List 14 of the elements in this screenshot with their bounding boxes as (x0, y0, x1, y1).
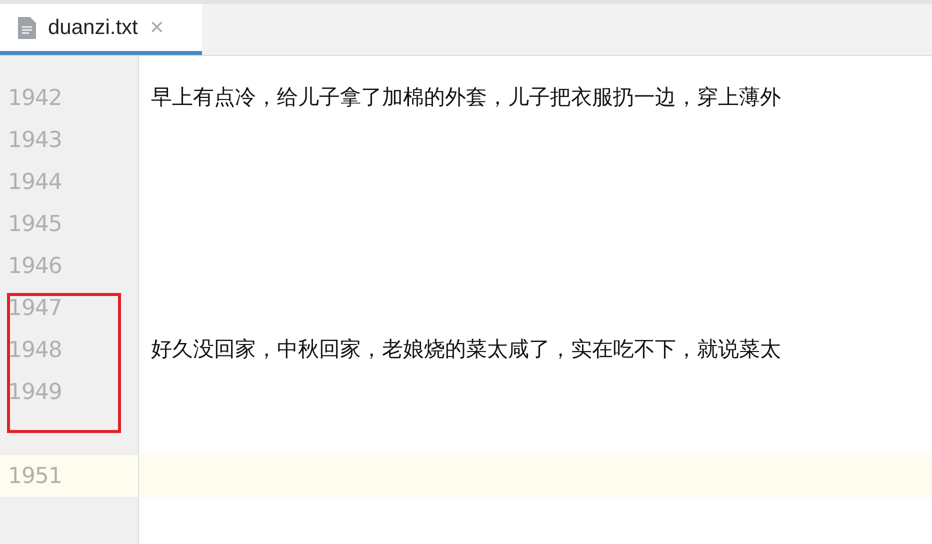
text-line: 好久没回家，中秋回家，老娘烧的菜太咸了，实在吃不下，就说菜太 (151, 337, 781, 364)
line-number: 1942 (8, 84, 62, 112)
line-number: 1946 (8, 252, 62, 280)
file-icon (18, 16, 36, 38)
line-number: 1947 (8, 294, 62, 322)
line-number: 1943 (8, 126, 62, 154)
editor-tab[interactable]: duanzi.txt × (0, 4, 202, 55)
line-number: 1951 (8, 462, 62, 490)
line-number: 1949 (8, 378, 62, 406)
line-number: 1944 (8, 168, 62, 196)
line-number: 1948 (8, 336, 62, 364)
line-number: 1945 (8, 210, 62, 238)
tab-label: duanzi.txt (48, 14, 138, 41)
text-line: 早上有点冷，给儿子拿了加棉的外套，儿子把衣服扔一边，穿上薄外 (151, 85, 781, 112)
